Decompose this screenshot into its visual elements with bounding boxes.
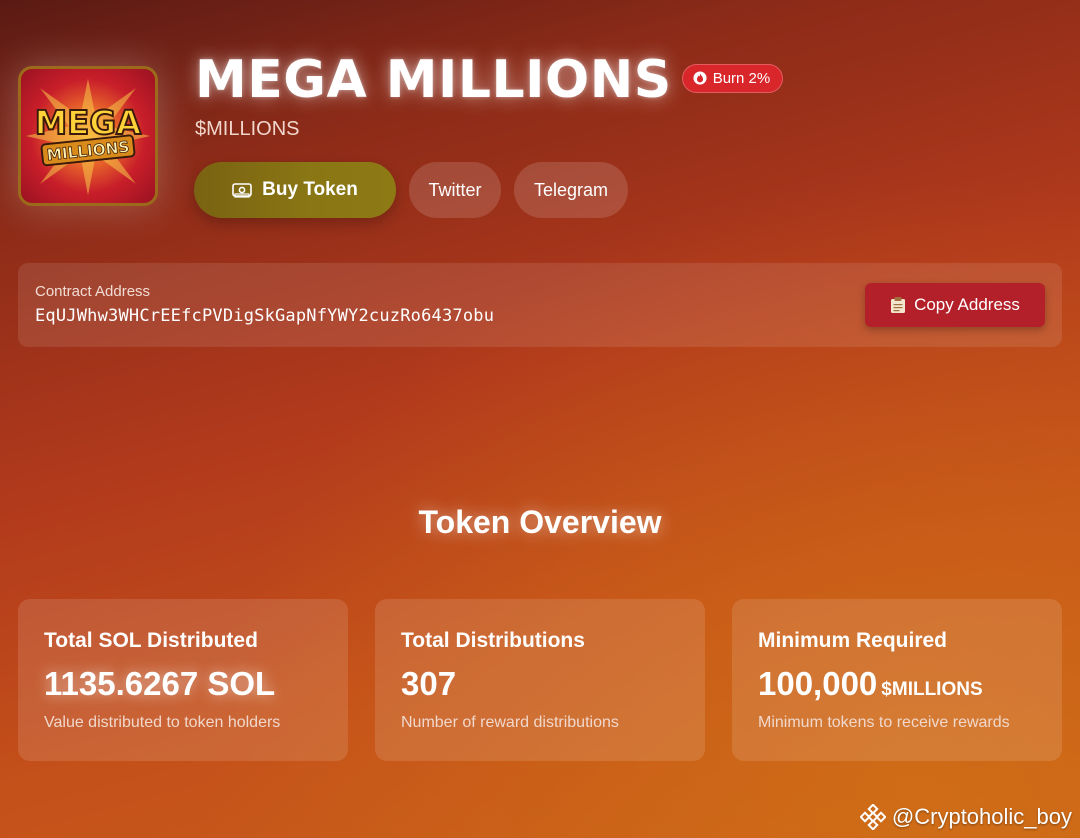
watermark: @Cryptoholic_boy [859, 804, 1072, 830]
burn-badge: Burn 2% [681, 63, 784, 93]
contract-address-value: EqUJWhw3WHCrEEfcPVDigSkGapNfYWY2cuzRo643… [35, 306, 495, 326]
stat-card-title: Minimum Required [758, 629, 948, 652]
token-ticker: $MILLIONS [195, 118, 300, 140]
token-logo: MEGA MILLIONS [18, 66, 158, 206]
contract-address-label: Contract Address [35, 283, 151, 300]
stat-card-description: Minimum tokens to receive rewards [758, 714, 1010, 731]
stat-card-title: Total Distributions [401, 629, 585, 652]
stat-value-number: 307 [401, 665, 457, 702]
stat-card-total-sol: Total SOL Distributed 1135.6267 SOL Valu… [18, 599, 348, 761]
token-title: MEGA MILLIONS [195, 50, 672, 110]
token-overview-title: Token Overview [418, 504, 662, 540]
contract-address-panel: Contract Address EqUJWhw3WHCrEEfcPVDigSk… [18, 263, 1062, 347]
mega-millions-logo: MEGA MILLIONS [25, 78, 151, 196]
stat-card-title: Total SOL Distributed [44, 629, 258, 652]
cash-icon [232, 183, 252, 198]
stat-card-value: 307 [401, 665, 456, 703]
overview-cards: Total SOL Distributed 1135.6267 SOL Valu… [18, 599, 1062, 761]
stat-card-minimum-required: Minimum Required 100,000 $MILLIONS Minimu… [732, 599, 1062, 761]
flame-icon [693, 71, 707, 85]
copy-address-label: Copy Address [914, 295, 1020, 314]
stat-value-number: 1135.6267 SOL [44, 665, 276, 702]
action-buttons: Buy Token Twitter Telegram [194, 162, 628, 218]
binance-icon [859, 804, 886, 830]
buy-token-label: Buy Token [262, 179, 358, 200]
stat-card-value: 100,000 $MILLIONS [758, 665, 983, 703]
title-row: MEGA MILLIONS Burn 2% [195, 50, 784, 110]
clipboard-icon [891, 297, 906, 313]
telegram-button[interactable]: Telegram [514, 162, 628, 218]
burn-badge-label: Burn 2% [712, 69, 771, 87]
stat-value-number: 100,000 [758, 665, 878, 702]
twitter-button[interactable]: Twitter [409, 162, 501, 218]
buy-token-button[interactable]: Buy Token [194, 162, 396, 218]
stat-card-total-distributions: Total Distributions 307 Number of reward… [375, 599, 705, 761]
watermark-text: @Cryptoholic_boy [891, 804, 1072, 829]
copy-address-button[interactable]: Copy Address [865, 283, 1045, 327]
stat-value-unit: $MILLIONS [881, 679, 983, 700]
stat-card-description: Number of reward distributions [401, 714, 619, 731]
stat-card-value: 1135.6267 SOL [44, 665, 275, 703]
stat-card-description: Value distributed to token holders [44, 714, 281, 731]
